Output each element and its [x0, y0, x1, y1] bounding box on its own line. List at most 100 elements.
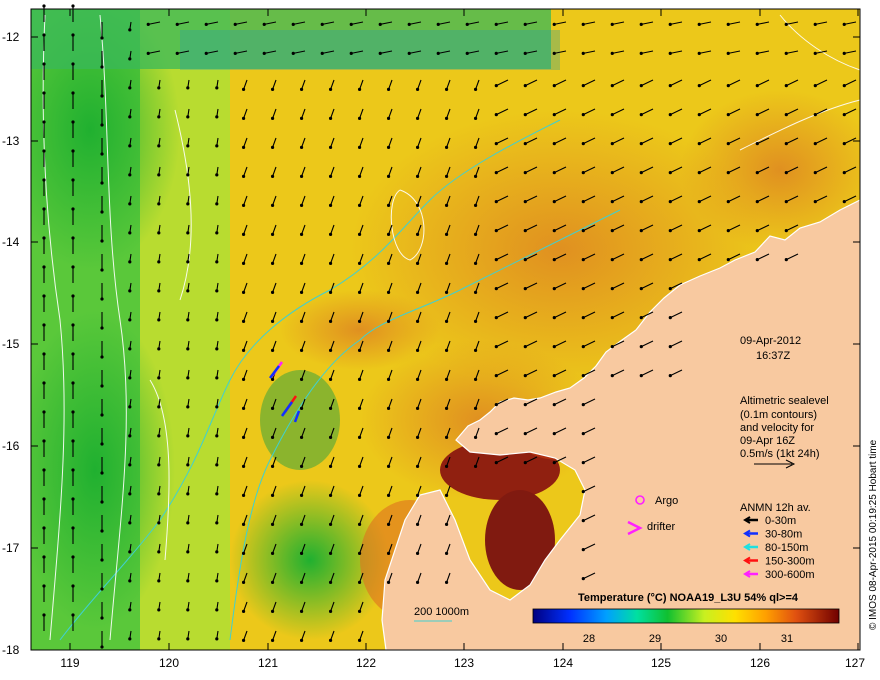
- velocity-arrow-head: [128, 579, 132, 583]
- velocity-arrow-head: [473, 406, 478, 410]
- velocity-arrow-head: [407, 51, 411, 55]
- velocity-arrow-head: [473, 290, 478, 294]
- velocity-arrow-head: [215, 608, 219, 612]
- velocity-arrow-head: [270, 551, 275, 555]
- velocity-arrow-head: [270, 232, 275, 236]
- velocity-arrow-head: [552, 142, 556, 146]
- velocity-arrow-head: [610, 51, 614, 55]
- velocity-arrow-head: [328, 464, 333, 468]
- altimetry-line: 09-Apr 16Z: [740, 435, 795, 447]
- velocity-arrow-head: [494, 113, 498, 117]
- velocity-arrow-head: [299, 174, 304, 178]
- velocity-arrow-head: [186, 347, 190, 351]
- velocity-arrow-head: [128, 376, 132, 380]
- velocity-arrow-head: [494, 258, 498, 262]
- velocity-arrow-head: [523, 229, 527, 233]
- velocity-arrow-head: [42, 120, 46, 124]
- velocity-arrow-head: [610, 142, 614, 146]
- velocity-arrow-head: [42, 468, 46, 472]
- velocity-arrow-head: [726, 84, 730, 88]
- velocity-arrow-head: [473, 232, 478, 236]
- colorbar: [532, 608, 840, 624]
- velocity-arrow-head: [552, 113, 556, 117]
- velocity-arrow-head: [241, 116, 246, 120]
- velocity-arrow-head: [523, 171, 527, 175]
- velocity-arrow-head: [128, 521, 132, 525]
- velocity-arrow-head: [157, 550, 161, 554]
- velocity-arrow-head: [270, 406, 275, 410]
- velocity-arrow-head: [444, 116, 449, 120]
- x-tick-label: 125: [651, 656, 671, 670]
- depth-legend-label: 0-30m: [765, 515, 796, 527]
- velocity-arrow-head: [128, 173, 132, 177]
- velocity-arrow-head: [42, 149, 46, 153]
- velocity-arrow-head: [146, 51, 150, 55]
- velocity-arrow-head: [175, 22, 179, 26]
- velocity-arrow-head: [407, 22, 411, 26]
- velocity-arrow-head: [299, 551, 304, 555]
- velocity-arrow-head: [100, 355, 104, 359]
- velocity-arrow-head: [270, 522, 275, 526]
- depth-legend-label: 80-150m: [765, 542, 808, 554]
- velocity-arrow-head: [186, 318, 190, 322]
- velocity-arrow-head: [668, 113, 672, 117]
- velocity-arrow-head: [386, 406, 391, 410]
- velocity-arrow-head: [215, 202, 219, 206]
- velocity-arrow-head: [697, 258, 701, 262]
- velocity-arrow-head: [128, 202, 132, 206]
- velocity-arrow-head: [357, 116, 362, 120]
- velocity-arrow-head: [215, 347, 219, 351]
- velocity-arrow-head: [523, 258, 527, 262]
- velocity-arrow-head: [581, 229, 585, 233]
- velocity-arrow-head: [523, 374, 527, 378]
- velocity-arrow-head: [813, 84, 817, 88]
- velocity-arrow-head: [473, 464, 478, 468]
- velocity-arrow-head: [100, 181, 104, 185]
- velocity-arrow-head: [157, 347, 161, 351]
- velocity-arrow-head: [157, 579, 161, 583]
- velocity-arrow-head: [100, 239, 104, 243]
- velocity-arrow-head: [494, 171, 498, 175]
- velocity-arrow-head: [157, 144, 161, 148]
- velocity-arrow-head: [241, 377, 246, 381]
- velocity-arrow-head: [328, 580, 333, 584]
- velocity-arrow-head: [386, 174, 391, 178]
- velocity-arrow-head: [755, 258, 759, 262]
- velocity-arrow-head: [146, 22, 150, 26]
- velocity-arrow-head: [215, 173, 219, 177]
- velocity-arrow-head: [215, 405, 219, 409]
- velocity-arrow-head: [157, 173, 161, 177]
- velocity-arrow-head: [357, 464, 362, 468]
- velocity-arrow-head: [415, 203, 420, 207]
- velocity-arrow-head: [697, 22, 701, 26]
- velocity-arrow-head: [697, 113, 701, 117]
- velocity-arrow-head: [523, 84, 527, 88]
- velocity-arrow-head: [842, 200, 846, 204]
- velocity-arrow-head: [71, 613, 75, 617]
- velocity-arrow-head: [552, 345, 556, 349]
- velocity-arrow-head: [328, 522, 333, 526]
- velocity-arrow-head: [465, 22, 469, 26]
- velocity-arrow-head: [726, 22, 730, 26]
- velocity-arrow-head: [784, 22, 788, 26]
- velocity-arrow-head: [784, 84, 788, 88]
- velocity-arrow-head: [175, 51, 179, 55]
- velocity-arrow-head: [415, 319, 420, 323]
- velocity-arrow-head: [215, 492, 219, 496]
- velocity-arrow-head: [386, 203, 391, 207]
- velocity-arrow-head: [610, 171, 614, 175]
- map-time: 16:37Z: [756, 350, 791, 362]
- velocity-arrow-head: [494, 345, 498, 349]
- velocity-arrow-head: [128, 57, 132, 61]
- velocity-arrow-head: [270, 348, 275, 352]
- velocity-arrow-head: [241, 551, 246, 555]
- velocity-arrow-head: [668, 22, 672, 26]
- velocity-arrow-head: [842, 142, 846, 146]
- velocity-arrow-head: [299, 638, 304, 642]
- velocity-arrow-head: [71, 265, 75, 269]
- velocity-arrow-head: [668, 171, 672, 175]
- velocity-arrow-head: [241, 87, 246, 91]
- velocity-arrow-head: [552, 229, 556, 233]
- velocity-arrow-head: [186, 637, 190, 641]
- velocity-arrow-head: [186, 86, 190, 90]
